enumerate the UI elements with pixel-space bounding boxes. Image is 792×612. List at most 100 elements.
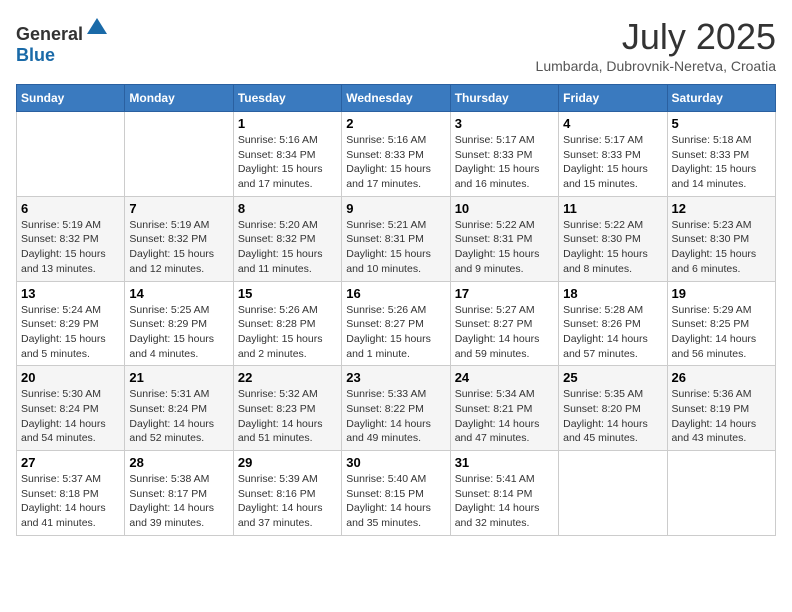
day-number: 21 (129, 370, 228, 385)
logo-general: General (16, 24, 83, 44)
calendar-cell: 9 Sunrise: 5:21 AM Sunset: 8:31 PM Daylig… (342, 196, 450, 281)
calendar-day-header: Wednesday (342, 85, 450, 112)
calendar-cell (125, 112, 233, 197)
calendar-cell: 16Sunrise: 5:26 AM Sunset: 8:27 PM Dayli… (342, 281, 450, 366)
day-number: 4 (563, 116, 662, 131)
calendar-cell: 27Sunrise: 5:37 AM Sunset: 8:18 PM Dayli… (17, 451, 125, 536)
day-number: 15 (238, 286, 337, 301)
calendar-day-header: Thursday (450, 85, 558, 112)
day-info: Sunrise: 5:25 AM Sunset: 8:29 PM Dayligh… (129, 303, 228, 362)
day-info: Sunrise: 5:22 AM Sunset: 8:30 PM Dayligh… (563, 218, 662, 277)
calendar-cell: 20 Sunrise: 5:30 AM Sunset: 8:24 PM Dayli… (17, 366, 125, 451)
calendar-cell: 7Sunrise: 5:19 AM Sunset: 8:32 PM Daylig… (125, 196, 233, 281)
day-info: Sunrise: 5:20 AM Sunset: 8:32 PM Dayligh… (238, 218, 337, 277)
day-number: 19 (672, 286, 771, 301)
calendar-day-header: Tuesday (233, 85, 341, 112)
calendar-cell: 10 Sunrise: 5:22 AM Sunset: 8:31 PM Dayli… (450, 196, 558, 281)
calendar-cell: 21 Sunrise: 5:31 AM Sunset: 8:24 PM Dayli… (125, 366, 233, 451)
day-info: Sunrise: 5:39 AM Sunset: 8:16 PM Dayligh… (238, 472, 337, 531)
day-number: 20 (21, 370, 120, 385)
location-title: Lumbarda, Dubrovnik-Neretva, Croatia (536, 58, 776, 74)
day-number: 26 (672, 370, 771, 385)
day-info: Sunrise: 5:26 AM Sunset: 8:28 PM Dayligh… (238, 303, 337, 362)
calendar-cell (559, 451, 667, 536)
day-info: Sunrise: 5:23 AM Sunset: 8:30 PM Dayligh… (672, 218, 771, 277)
day-info: Sunrise: 5:34 AM Sunset: 8:21 PM Dayligh… (455, 387, 554, 446)
day-info: Sunrise: 5:18 AM Sunset: 8:33 PM Dayligh… (672, 133, 771, 192)
day-info: Sunrise: 5:37 AM Sunset: 8:18 PM Dayligh… (21, 472, 120, 531)
day-info: Sunrise: 5:36 AM Sunset: 8:19 PM Dayligh… (672, 387, 771, 446)
day-info: Sunrise: 5:16 AM Sunset: 8:34 PM Dayligh… (238, 133, 337, 192)
day-number: 12 (672, 201, 771, 216)
day-number: 11 (563, 201, 662, 216)
day-info: Sunrise: 5:32 AM Sunset: 8:23 PM Dayligh… (238, 387, 337, 446)
calendar-cell: 13 Sunrise: 5:24 AM Sunset: 8:29 PM Dayli… (17, 281, 125, 366)
calendar-cell: 1 Sunrise: 5:16 AM Sunset: 8:34 PM Daylig… (233, 112, 341, 197)
day-number: 6 (21, 201, 120, 216)
day-number: 14 (129, 286, 228, 301)
day-info: Sunrise: 5:22 AM Sunset: 8:31 PM Dayligh… (455, 218, 554, 277)
day-info: Sunrise: 5:29 AM Sunset: 8:25 PM Dayligh… (672, 303, 771, 362)
day-number: 8 (238, 201, 337, 216)
calendar-cell: 28Sunrise: 5:38 AM Sunset: 8:17 PM Dayli… (125, 451, 233, 536)
calendar-cell: 12 Sunrise: 5:23 AM Sunset: 8:30 PM Dayli… (667, 196, 775, 281)
day-info: Sunrise: 5:28 AM Sunset: 8:26 PM Dayligh… (563, 303, 662, 362)
calendar-week-row: 1 Sunrise: 5:16 AM Sunset: 8:34 PM Daylig… (17, 112, 776, 197)
day-info: Sunrise: 5:38 AM Sunset: 8:17 PM Dayligh… (129, 472, 228, 531)
day-number: 25 (563, 370, 662, 385)
day-number: 9 (346, 201, 445, 216)
day-info: Sunrise: 5:33 AM Sunset: 8:22 PM Dayligh… (346, 387, 445, 446)
calendar-cell (17, 112, 125, 197)
day-info: Sunrise: 5:41 AM Sunset: 8:14 PM Dayligh… (455, 472, 554, 531)
day-info: Sunrise: 5:40 AM Sunset: 8:15 PM Dayligh… (346, 472, 445, 531)
calendar-cell: 15 Sunrise: 5:26 AM Sunset: 8:28 PM Dayli… (233, 281, 341, 366)
day-number: 23 (346, 370, 445, 385)
day-number: 16 (346, 286, 445, 301)
calendar-week-row: 27Sunrise: 5:37 AM Sunset: 8:18 PM Dayli… (17, 451, 776, 536)
day-info: Sunrise: 5:21 AM Sunset: 8:31 PM Dayligh… (346, 218, 445, 277)
calendar-cell: 26 Sunrise: 5:36 AM Sunset: 8:19 PM Dayli… (667, 366, 775, 451)
day-info: Sunrise: 5:27 AM Sunset: 8:27 PM Dayligh… (455, 303, 554, 362)
calendar-cell: 2Sunrise: 5:16 AM Sunset: 8:33 PM Daylig… (342, 112, 450, 197)
calendar-cell: 31Sunrise: 5:41 AM Sunset: 8:14 PM Dayli… (450, 451, 558, 536)
day-number: 10 (455, 201, 554, 216)
calendar-cell: 29 Sunrise: 5:39 AM Sunset: 8:16 PM Dayli… (233, 451, 341, 536)
logo-blue: Blue (16, 45, 55, 65)
day-number: 17 (455, 286, 554, 301)
calendar-cell: 17 Sunrise: 5:27 AM Sunset: 8:27 PM Dayli… (450, 281, 558, 366)
calendar-header-row: SundayMondayTuesdayWednesdayThursdayFrid… (17, 85, 776, 112)
calendar-cell: 19 Sunrise: 5:29 AM Sunset: 8:25 PM Dayli… (667, 281, 775, 366)
calendar-cell: 30Sunrise: 5:40 AM Sunset: 8:15 PM Dayli… (342, 451, 450, 536)
logo-icon (85, 16, 109, 40)
logo: General Blue (16, 16, 109, 66)
calendar-cell: 25 Sunrise: 5:35 AM Sunset: 8:20 PM Dayli… (559, 366, 667, 451)
day-number: 1 (238, 116, 337, 131)
calendar-cell: 22 Sunrise: 5:32 AM Sunset: 8:23 PM Dayli… (233, 366, 341, 451)
day-number: 3 (455, 116, 554, 131)
calendar-cell: 6Sunrise: 5:19 AM Sunset: 8:32 PM Daylig… (17, 196, 125, 281)
day-number: 13 (21, 286, 120, 301)
page-header: General Blue July 2025 Lumbarda, Dubrovn… (16, 16, 776, 74)
day-info: Sunrise: 5:30 AM Sunset: 8:24 PM Dayligh… (21, 387, 120, 446)
day-number: 29 (238, 455, 337, 470)
calendar-cell: 4Sunrise: 5:17 AM Sunset: 8:33 PM Daylig… (559, 112, 667, 197)
day-number: 2 (346, 116, 445, 131)
calendar-day-header: Monday (125, 85, 233, 112)
day-number: 22 (238, 370, 337, 385)
day-info: Sunrise: 5:31 AM Sunset: 8:24 PM Dayligh… (129, 387, 228, 446)
calendar-cell: 14 Sunrise: 5:25 AM Sunset: 8:29 PM Dayli… (125, 281, 233, 366)
day-number: 18 (563, 286, 662, 301)
day-info: Sunrise: 5:35 AM Sunset: 8:20 PM Dayligh… (563, 387, 662, 446)
calendar-week-row: 20 Sunrise: 5:30 AM Sunset: 8:24 PM Dayli… (17, 366, 776, 451)
day-number: 24 (455, 370, 554, 385)
calendar-week-row: 13 Sunrise: 5:24 AM Sunset: 8:29 PM Dayli… (17, 281, 776, 366)
calendar-cell: 24 Sunrise: 5:34 AM Sunset: 8:21 PM Dayli… (450, 366, 558, 451)
calendar-table: SundayMondayTuesdayWednesdayThursdayFrid… (16, 84, 776, 536)
calendar-cell: 18 Sunrise: 5:28 AM Sunset: 8:26 PM Dayli… (559, 281, 667, 366)
calendar-cell: 11 Sunrise: 5:22 AM Sunset: 8:30 PM Dayli… (559, 196, 667, 281)
title-block: July 2025 Lumbarda, Dubrovnik-Neretva, C… (536, 16, 776, 74)
day-number: 5 (672, 116, 771, 131)
calendar-cell: 23 Sunrise: 5:33 AM Sunset: 8:22 PM Dayli… (342, 366, 450, 451)
day-info: Sunrise: 5:24 AM Sunset: 8:29 PM Dayligh… (21, 303, 120, 362)
calendar-day-header: Friday (559, 85, 667, 112)
